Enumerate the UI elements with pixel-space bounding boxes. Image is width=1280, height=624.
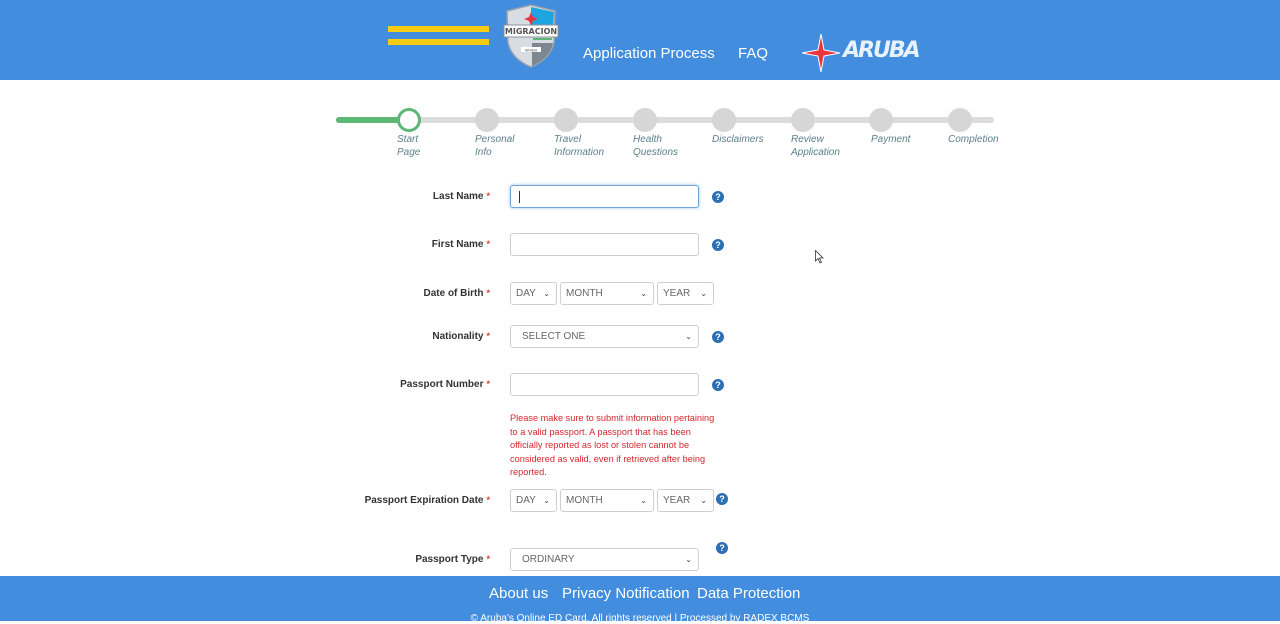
step-indicator <box>712 108 736 132</box>
logo-text: MIGRACION <box>505 27 557 36</box>
site-footer: About us Privacy Notification Data Prote… <box>0 576 1280 624</box>
step-indicator <box>554 108 578 132</box>
chevron-down-icon: ⌄ <box>685 555 692 564</box>
migracion-shield-logo[interactable]: MIGRACION ARUBA <box>502 3 560 69</box>
nationality-label: Nationality * <box>432 331 490 342</box>
step-indicator <box>791 108 815 132</box>
passport-type-label: Passport Type * <box>415 554 490 565</box>
step-indicator <box>869 108 893 132</box>
chevron-down-icon: ⌄ <box>700 496 707 505</box>
flag-stripe <box>388 26 489 32</box>
required-marker: * <box>486 288 490 298</box>
passport-type-help-icon[interactable]: ? <box>716 542 728 554</box>
aruba-star-icon <box>802 34 840 72</box>
required-marker: * <box>486 239 490 249</box>
dob-year-select[interactable]: YEAR ⌄ <box>657 282 714 305</box>
nav-faq[interactable]: FAQ <box>738 45 768 62</box>
step-indicator <box>948 108 972 132</box>
site-header: MIGRACION ARUBA Application Process FAQ … <box>0 0 1280 80</box>
first-name-help-icon[interactable]: ? <box>712 239 724 251</box>
chevron-down-icon: ⌄ <box>640 289 647 298</box>
aruba-brand-logo[interactable]: ARUBA <box>843 38 921 63</box>
last-name-label: Last Name * <box>432 191 490 202</box>
passport-number-input[interactable] <box>510 373 699 396</box>
passport-number-label: Passport Number * <box>400 379 490 390</box>
text-caret <box>519 191 520 203</box>
passport-number-help-icon[interactable]: ? <box>712 379 724 391</box>
nationality-select[interactable]: SELECT ONE ⌄ <box>510 325 699 348</box>
required-marker: * <box>486 495 490 505</box>
required-marker: * <box>486 554 490 564</box>
chevron-down-icon: ⌄ <box>700 289 707 298</box>
menu-flag-stripes[interactable] <box>388 26 489 47</box>
chevron-down-icon: ⌄ <box>685 332 692 341</box>
date-of-birth-label: Date of Birth * <box>423 288 490 299</box>
progress-stepper: Start Page Personal Info Travel Information… <box>336 108 999 168</box>
required-marker: * <box>486 191 490 201</box>
passport-expiration-help-icon[interactable]: ? <box>716 493 728 505</box>
svg-text:ARUBA: ARUBA <box>525 48 538 52</box>
dob-day-select[interactable]: DAY ⌄ <box>510 282 557 305</box>
nationality-help-icon[interactable]: ? <box>712 331 724 343</box>
dob-month-select[interactable]: MONTH ⌄ <box>560 282 654 305</box>
mouse-cursor-icon <box>815 250 824 264</box>
stepper-track <box>336 117 994 123</box>
step-indicator <box>475 108 499 132</box>
first-name-label: First Name * <box>431 239 490 250</box>
copyright-text: © Aruba's Online ED Card. All rights res… <box>470 613 810 624</box>
expiration-day-select[interactable]: DAY ⌄ <box>510 489 557 512</box>
last-name-help-icon[interactable]: ? <box>712 191 724 203</box>
expiration-year-select[interactable]: YEAR ⌄ <box>657 489 714 512</box>
flag-stripe <box>388 39 489 45</box>
step-indicator-current <box>397 108 421 132</box>
expiration-month-select[interactable]: MONTH ⌄ <box>560 489 654 512</box>
required-marker: * <box>486 331 490 341</box>
passport-validity-warning: Please make sure to submit information p… <box>510 413 715 477</box>
footer-privacy-notification-link[interactable]: Privacy Notification <box>562 585 690 602</box>
last-name-input[interactable] <box>510 185 699 208</box>
nav-application-process[interactable]: Application Process <box>583 45 715 62</box>
footer-about-us-link[interactable]: About us <box>489 585 548 602</box>
footer-data-protection-link[interactable]: Data Protection <box>697 585 800 602</box>
chevron-down-icon: ⌄ <box>543 496 550 505</box>
required-marker: * <box>486 379 490 389</box>
first-name-input[interactable] <box>510 233 699 256</box>
chevron-down-icon: ⌄ <box>543 289 550 298</box>
step-indicator <box>633 108 657 132</box>
passport-type-select[interactable]: ORDINARY ⌄ <box>510 548 699 571</box>
chevron-down-icon: ⌄ <box>640 496 647 505</box>
passport-expiration-label: Passport Expiration Date * <box>364 495 490 506</box>
